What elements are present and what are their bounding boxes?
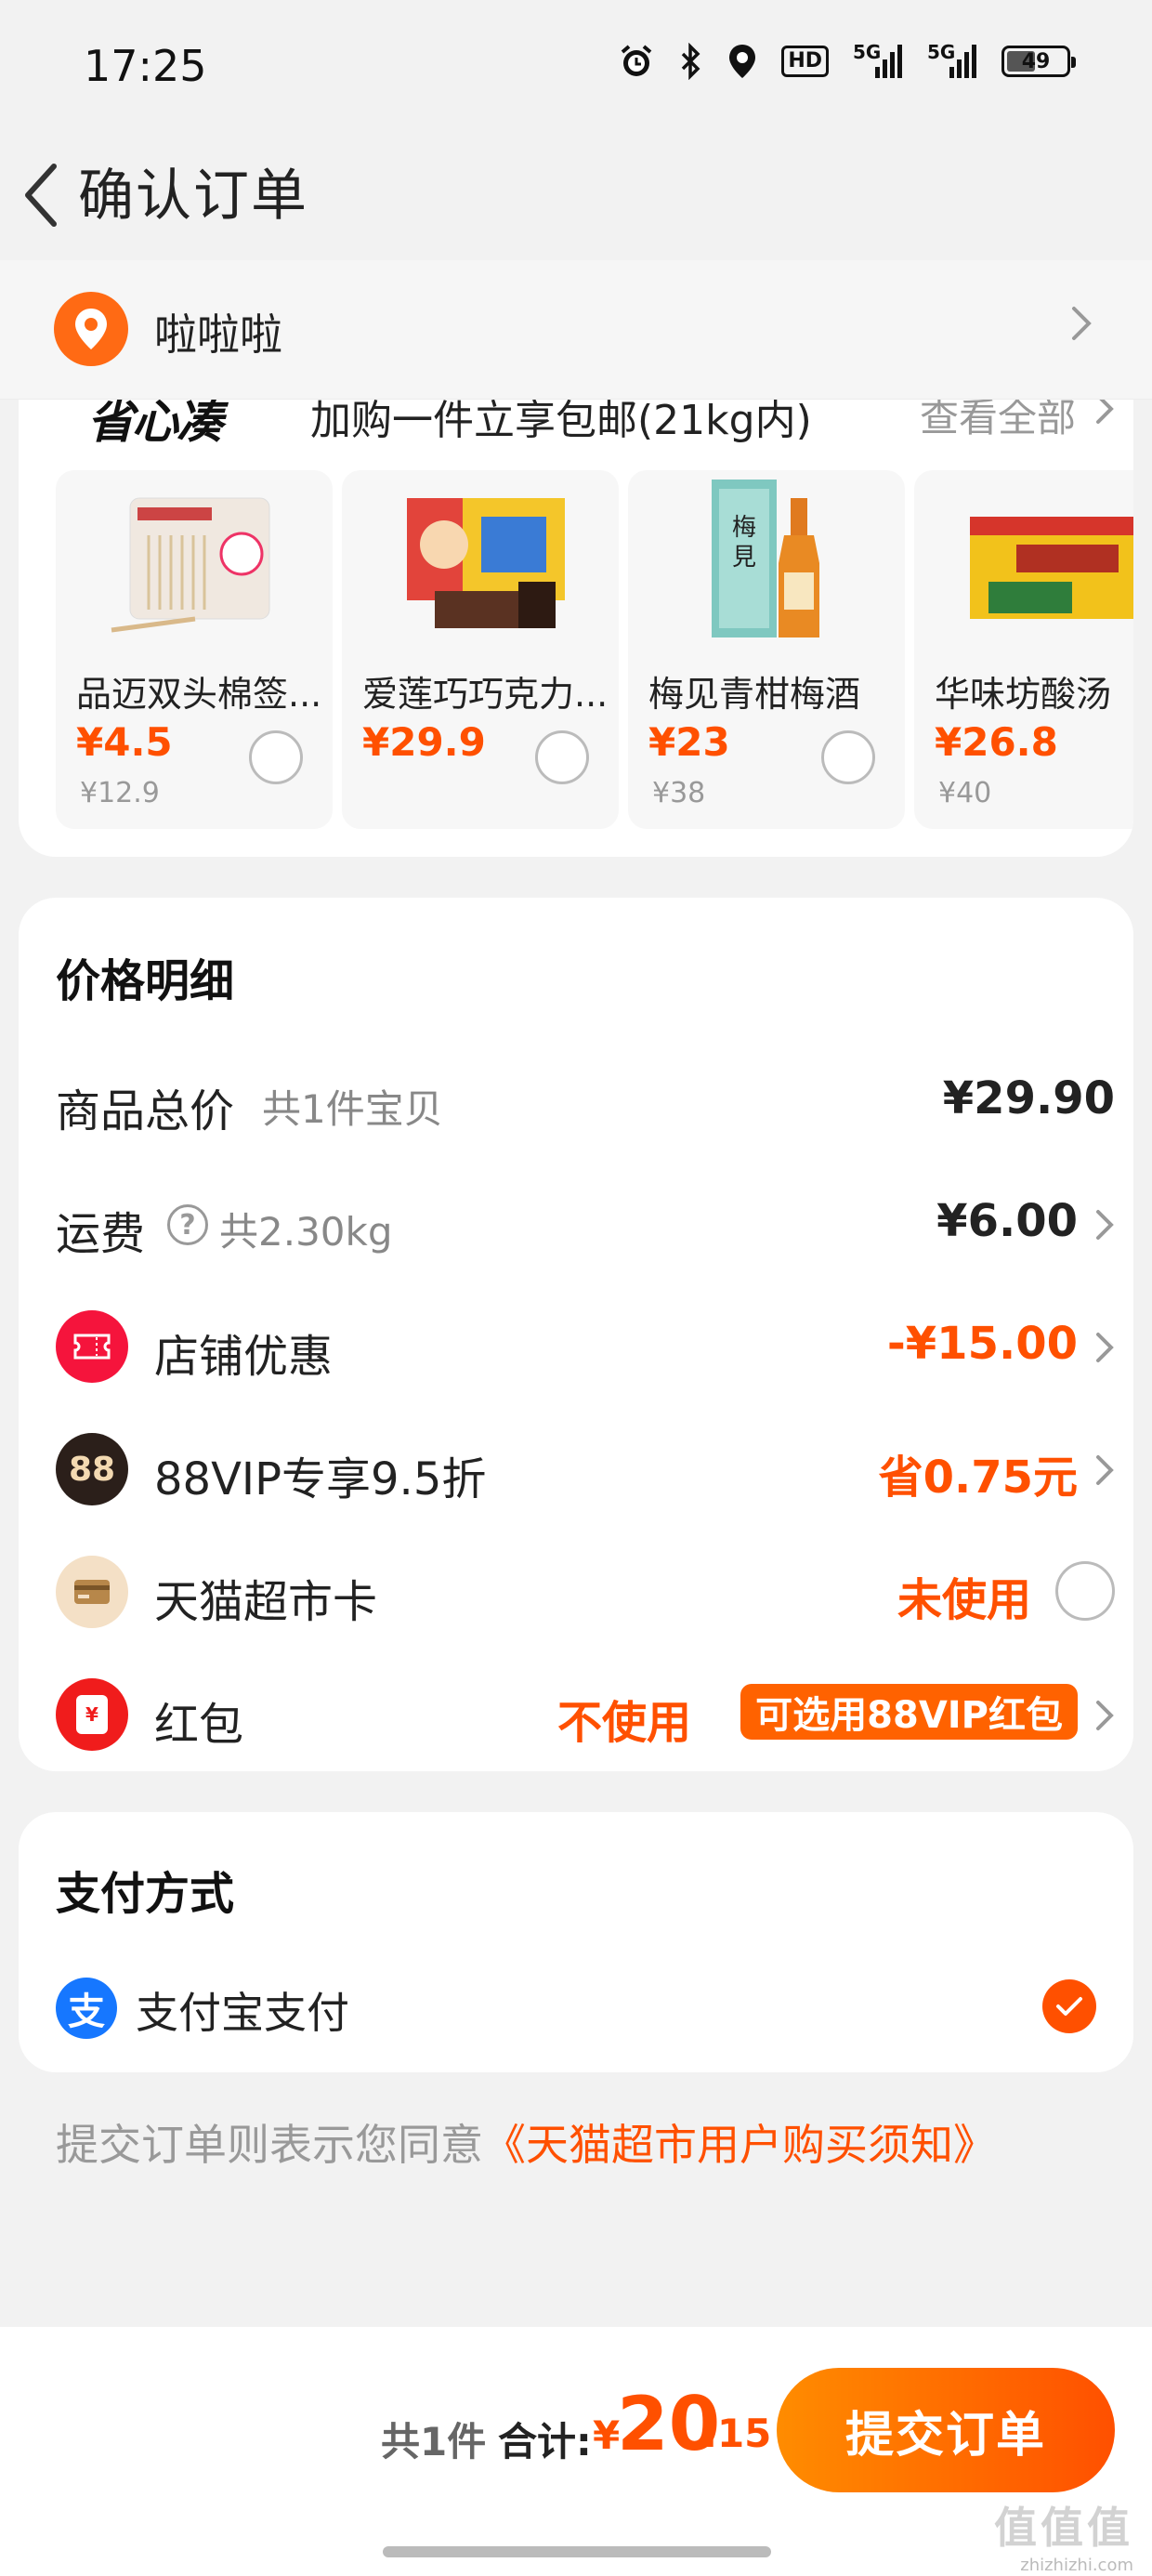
vip-label: 88VIP专享9.5折 [154, 1453, 487, 1505]
home-indicator[interactable] [383, 2546, 771, 2557]
product-original-price: ¥12.9 [80, 777, 160, 809]
store-discount-row[interactable]: 店铺优惠 -¥15.00 [56, 1299, 1115, 1392]
bluetooth-icon [679, 43, 703, 80]
product-price: ¥23 [648, 719, 730, 765]
alipay-icon: 支 [56, 1978, 117, 2039]
goods-count: 共1件宝贝 [262, 1086, 443, 1132]
back-button[interactable] [13, 149, 69, 242]
price-detail-card: 价格明细 商品总价 共1件宝贝 ¥29.90 运费 ? 共2.30kg ¥6.0… [19, 898, 1133, 1771]
goods-total-row: 商品总价 共1件宝贝 ¥29.90 [56, 1054, 1115, 1147]
location-pin-icon [54, 292, 128, 366]
status-bar: 17:25 HD 5G 5G 49 [0, 0, 1152, 139]
vip-discount-row[interactable]: 88 88VIP专享9.5折 省0.75元 [56, 1422, 1115, 1515]
location-icon [727, 43, 757, 80]
product-name: 华味坊酸汤 [935, 674, 1112, 715]
product-price: ¥29.9 [362, 719, 486, 765]
product-name: 爱莲巧巧克力... [362, 674, 609, 715]
total-currency: ¥ [593, 2412, 621, 2458]
red-packet-icon: ¥ [56, 1678, 128, 1751]
vip-redpacket-badge: 可选用88VIP红包 [740, 1684, 1078, 1740]
product-original-price: ¥38 [652, 777, 706, 809]
product-name: 梅见青柑梅酒 [648, 674, 861, 715]
shipping-row[interactable]: 运费 ? 共2.30kg ¥6.00 [56, 1176, 1115, 1269]
payment-method-label[interactable]: 支付宝支付 [136, 1979, 349, 2041]
agreement-text: 提交订单则表示您同意《天猫超市用户购买须知》 [56, 2111, 996, 2173]
product-card[interactable]: 爱莲巧巧克力... ¥29.9 [342, 470, 619, 829]
watermark: 值值值 zhizhizhi.com [994, 2503, 1133, 2575]
coupon-icon [56, 1310, 128, 1383]
tmall-card-radio[interactable] [1055, 1561, 1115, 1621]
addon-recommend-card: 省心凑 加购一件立享包邮(21kg内) 查看全部 品迈双头棉签... ¥4.5 … [19, 353, 1133, 857]
payment-card: 支付方式 支 支付宝支付 [19, 1812, 1133, 2072]
battery-icon: 49 [1001, 43, 1076, 80]
payment-title: 支付方式 [56, 1868, 235, 1920]
product-image [407, 498, 565, 628]
product-select-radio[interactable] [535, 730, 589, 784]
product-name: 品迈双头棉签... [76, 674, 322, 715]
product-list: 品迈双头棉签... ¥4.5 ¥12.9 爱莲巧巧克力... ¥29.9 梅 見… [56, 470, 1133, 829]
nav-bar: 确认订单 [0, 130, 1152, 260]
signal-5g-icon: 5G [927, 43, 977, 80]
total-amount-decimal: .15 [702, 2411, 772, 2456]
check-icon [1056, 1997, 1082, 2016]
red-packet-row[interactable]: ¥ 红包 不使用 可选用88VIP红包 [56, 1667, 1115, 1760]
price-detail-title: 价格明细 [56, 955, 235, 1007]
total-label: 合计: [498, 2419, 592, 2464]
store-discount-value: -¥15.00 [886, 1318, 1078, 1370]
item-count: 共1件 [381, 2419, 487, 2464]
shipping-weight: 共2.30kg [219, 1209, 393, 1255]
red-packet-label: 红包 [154, 1699, 244, 1751]
product-image: 梅 見 [712, 480, 819, 637]
help-icon[interactable]: ? [167, 1204, 208, 1245]
goods-total-value: ¥29.90 [942, 1072, 1115, 1124]
tmall-card-value: 未使用 [897, 1574, 1031, 1626]
chevron-right-icon [1096, 1210, 1114, 1240]
hd-icon: HD [781, 43, 829, 80]
product-card[interactable]: 品迈双头棉签... ¥4.5 ¥12.9 [56, 470, 333, 829]
page-title: 确认订单 [78, 164, 308, 229]
status-time: 17:25 [84, 41, 207, 91]
shipping-value: ¥6.00 [936, 1195, 1078, 1247]
address-bar[interactable]: 啦啦啦 [0, 260, 1152, 400]
product-price: ¥4.5 [76, 719, 173, 765]
address-name: 啦啦啦 [154, 309, 282, 360]
vip-value: 省0.75元 [878, 1452, 1078, 1504]
product-card[interactable]: 梅 見 梅见青柑梅酒 ¥23 ¥38 [628, 470, 905, 829]
chevron-right-icon [1096, 1701, 1114, 1730]
product-image [970, 517, 1133, 619]
tmall-card-label: 天猫超市卡 [154, 1576, 378, 1628]
product-price: ¥26.8 [935, 719, 1058, 765]
svg-text:見: 見 [732, 544, 756, 572]
chevron-right-icon [1096, 1333, 1114, 1362]
payment-selected-check[interactable] [1042, 1979, 1096, 2033]
store-discount-label: 店铺优惠 [154, 1331, 334, 1383]
goods-total-label: 商品总价 [56, 1085, 235, 1137]
agreement-link[interactable]: 《天猫超市用户购买须知》 [483, 2120, 996, 2170]
status-icons: HD 5G 5G 49 [618, 43, 1076, 80]
vip-88-icon: 88 [56, 1433, 128, 1505]
alarm-icon [618, 43, 655, 80]
product-select-radio[interactable] [249, 730, 303, 784]
product-original-price: ¥40 [938, 777, 992, 809]
product-select-radio[interactable] [821, 730, 875, 784]
chevron-right-icon [1096, 1455, 1114, 1485]
shipping-label: 运费 [56, 1208, 146, 1260]
submit-order-button[interactable]: 提交订单 [777, 2368, 1115, 2492]
product-card[interactable]: 华味坊酸汤 ¥26.8 ¥40 [914, 470, 1133, 829]
bottom-bar: 共1件 合计: ¥ 20 .15 提交订单 值值值 zhizhizhi.com [0, 2327, 1152, 2576]
svg-text:梅: 梅 [732, 514, 756, 542]
agreement-prefix: 提交订单则表示您同意 [56, 2120, 483, 2170]
gift-card-icon [56, 1556, 128, 1628]
tmall-card-row[interactable]: 天猫超市卡 未使用 [56, 1544, 1115, 1637]
signal-5g-icon: 5G [853, 43, 903, 80]
product-image [111, 497, 270, 633]
chevron-right-icon [1072, 307, 1092, 340]
red-packet-value: 不使用 [556, 1697, 691, 1749]
chevron-left-icon [25, 164, 57, 227]
